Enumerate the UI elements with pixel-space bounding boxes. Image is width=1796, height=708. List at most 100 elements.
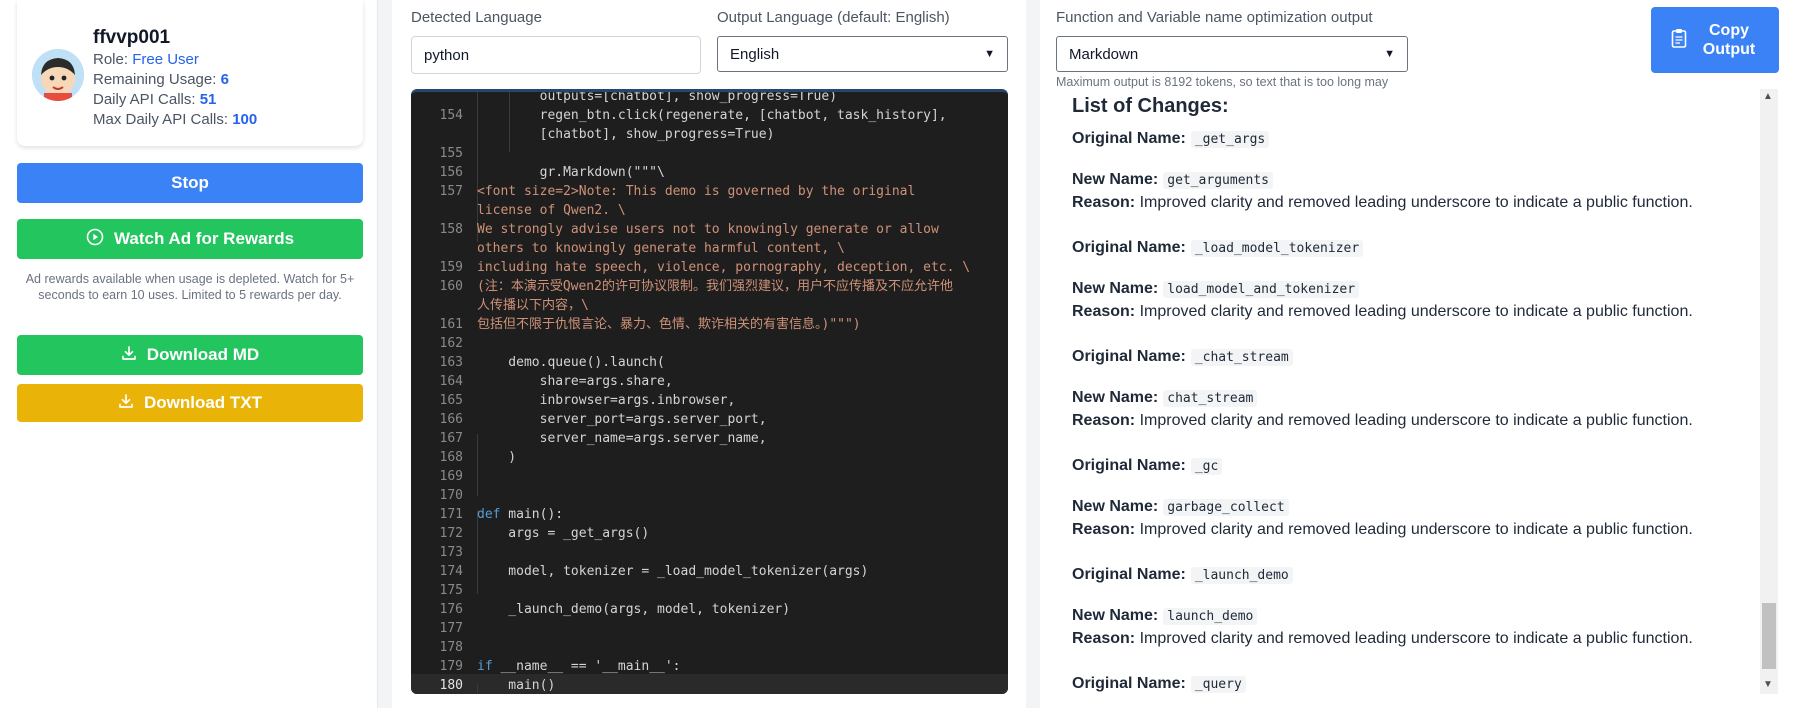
role-value: Free User: [132, 51, 199, 68]
original-name-label: Original Name:: [1072, 566, 1186, 583]
stop-button[interactable]: Stop: [17, 163, 363, 203]
watch-ad-label: Watch Ad for Rewards: [113, 229, 295, 248]
line-number: 175: [439, 583, 463, 598]
code-line: 160 (注：本演示受Qwen2的许可协议限制。我们强烈建议，用户不应传播及不应允…: [411, 277, 1008, 296]
original-name-line: Original Name: _chat_stream: [1072, 347, 1293, 368]
code-text: outputs=[chatbot], show_progress=True): [477, 89, 838, 104]
reason-label: Reason:: [1072, 303, 1136, 320]
scrollbar-thumb[interactable]: [1762, 603, 1776, 669]
code-line: 164 share=args.share,: [411, 372, 1008, 391]
line-number: 179: [439, 659, 463, 674]
code-line: 178: [411, 638, 1008, 657]
line-number: 159: [439, 260, 463, 275]
code-text: ): [477, 450, 517, 465]
original-name-label: Original Name:: [1072, 675, 1186, 692]
stop-button-label: Stop: [171, 173, 209, 192]
line-number: 167: [439, 431, 463, 446]
output-scrollbar[interactable]: ▲ ▼: [1760, 89, 1778, 694]
new-name-label: New Name:: [1072, 607, 1159, 624]
code-text: args = _get_args(): [477, 526, 650, 541]
code-line: 158 We strongly advise users not to knowi…: [411, 220, 1008, 239]
line-number: 180: [439, 678, 463, 693]
code-text: 人传播以下内容，\: [477, 298, 589, 313]
original-name-value: _query: [1190, 676, 1246, 693]
code-line: 173: [411, 543, 1008, 562]
download-txt-button[interactable]: Download TXT: [17, 384, 363, 422]
new-name-line: New Name: garbage_collect: [1072, 497, 1289, 518]
watch-ad-button[interactable]: Watch Ad for Rewards: [17, 219, 363, 259]
code-line: 170: [411, 486, 1008, 505]
new-name-line: New Name: chat_stream: [1072, 388, 1258, 409]
code-line: 人传播以下内容，\: [411, 296, 1008, 315]
output-format-select[interactable]: Markdown ▼: [1056, 36, 1408, 72]
chevron-down-icon: ▼: [1384, 48, 1395, 60]
line-number: 168: [439, 450, 463, 465]
code-line: others to knowingly generate harmful con…: [411, 239, 1008, 258]
line-number: 166: [439, 412, 463, 427]
line-number: 162: [439, 336, 463, 351]
function-output-label: Function and Variable name optimization …: [1056, 9, 1373, 26]
line-number: 178: [439, 640, 463, 655]
code-text: regen_btn.click(regenerate, [chatbot, ta…: [477, 108, 947, 123]
reason-line: Reason: Improved clarity and removed lea…: [1072, 193, 1693, 213]
line-number: 155: [439, 146, 463, 161]
output-language-select[interactable]: English ▼: [717, 36, 1008, 72]
code-line: 169: [411, 467, 1008, 486]
code-line: 161 包括但不限于仇恨言论、暴力、色情、欺诈相关的有害信息。)"""): [411, 315, 1008, 334]
line-number: 154: [439, 108, 463, 123]
download-md-button[interactable]: Download MD: [17, 335, 363, 375]
remaining-usage-label: Remaining Usage:: [93, 71, 217, 88]
reason-label: Reason:: [1072, 194, 1136, 211]
code-line: 156 gr.Markdown("""\: [411, 163, 1008, 182]
line-number: 157: [439, 184, 463, 199]
code-line: 166 server_port=args.server_port,: [411, 410, 1008, 429]
reason-line: Reason: Improved clarity and removed lea…: [1072, 411, 1693, 431]
max-daily-calls-label: Max Daily API Calls:: [93, 111, 229, 128]
username: ffvvp001: [93, 27, 171, 48]
code-line: 175: [411, 581, 1008, 600]
line-number: 156: [439, 165, 463, 180]
chevron-down-icon: ▼: [984, 48, 995, 60]
copy-output-label: Copy Output: [1702, 22, 1756, 58]
remaining-usage-line: Remaining Usage: 6: [93, 70, 257, 90]
reason-line: Reason: Improved clarity and removed lea…: [1072, 520, 1693, 540]
copy-output-button[interactable]: Copy Output: [1651, 7, 1779, 73]
code-line: 155: [411, 144, 1008, 163]
code-line: 171 def main():: [411, 505, 1008, 524]
code-line: [chatbot], show_progress=True): [411, 125, 1008, 144]
code-line: 179 if __name__ == '__main__':: [411, 657, 1008, 676]
new-name-label: New Name:: [1072, 498, 1159, 515]
output-title: List of Changes:: [1072, 95, 1229, 117]
new-name-label: New Name:: [1072, 280, 1159, 297]
reason-line: Reason: Improved clarity and removed lea…: [1072, 302, 1693, 322]
original-name-line: Original Name: _gc: [1072, 456, 1223, 477]
code-text: [chatbot], show_progress=True): [477, 127, 775, 142]
original-name-line: Original Name: _query: [1072, 674, 1246, 694]
code-line: 176 _launch_demo(args, model, tokenizer): [411, 600, 1008, 619]
reason-line: Reason: Improved clarity and removed lea…: [1072, 629, 1693, 649]
code-text: including hate speech, violence, pornogr…: [477, 260, 971, 275]
code-line: 168 ): [411, 448, 1008, 467]
output-language-value: English: [730, 45, 780, 63]
code-text: others to knowingly generate harmful con…: [477, 241, 845, 256]
user-card: ffvvp001 Role: Free User Remaining Usage…: [17, 0, 363, 146]
scroll-up-arrow-icon[interactable]: ▲: [1763, 91, 1773, 102]
new-name-value: get_arguments: [1163, 172, 1273, 189]
original-name-value: _load_model_tokenizer: [1190, 240, 1364, 257]
reason-label: Reason:: [1072, 412, 1136, 429]
original-name-value: _gc: [1190, 458, 1223, 475]
detected-language-input[interactable]: [411, 36, 701, 74]
code-text: model, tokenizer = _load_model_tokenizer…: [477, 564, 869, 579]
code-line: 163 demo.queue().launch(: [411, 353, 1008, 372]
new-name-value: launch_demo: [1163, 608, 1258, 625]
original-name-line: Original Name: _get_args: [1072, 129, 1270, 150]
scroll-down-arrow-icon[interactable]: ▼: [1763, 679, 1773, 690]
line-number: 160: [439, 279, 463, 294]
daily-calls-label: Daily API Calls:: [93, 91, 196, 108]
code-line: 167 server_name=args.server_name,: [411, 429, 1008, 448]
max-daily-calls-line: Max Daily API Calls: 100: [93, 110, 257, 130]
code-editor[interactable]: outputs=[chatbot], show_progress=True) 15…: [411, 89, 1008, 694]
original-name-line: Original Name: _load_model_tokenizer: [1072, 238, 1364, 259]
code-text: demo.queue().launch(: [477, 355, 665, 370]
code-text: inbrowser=args.inbrowser,: [477, 393, 736, 408]
